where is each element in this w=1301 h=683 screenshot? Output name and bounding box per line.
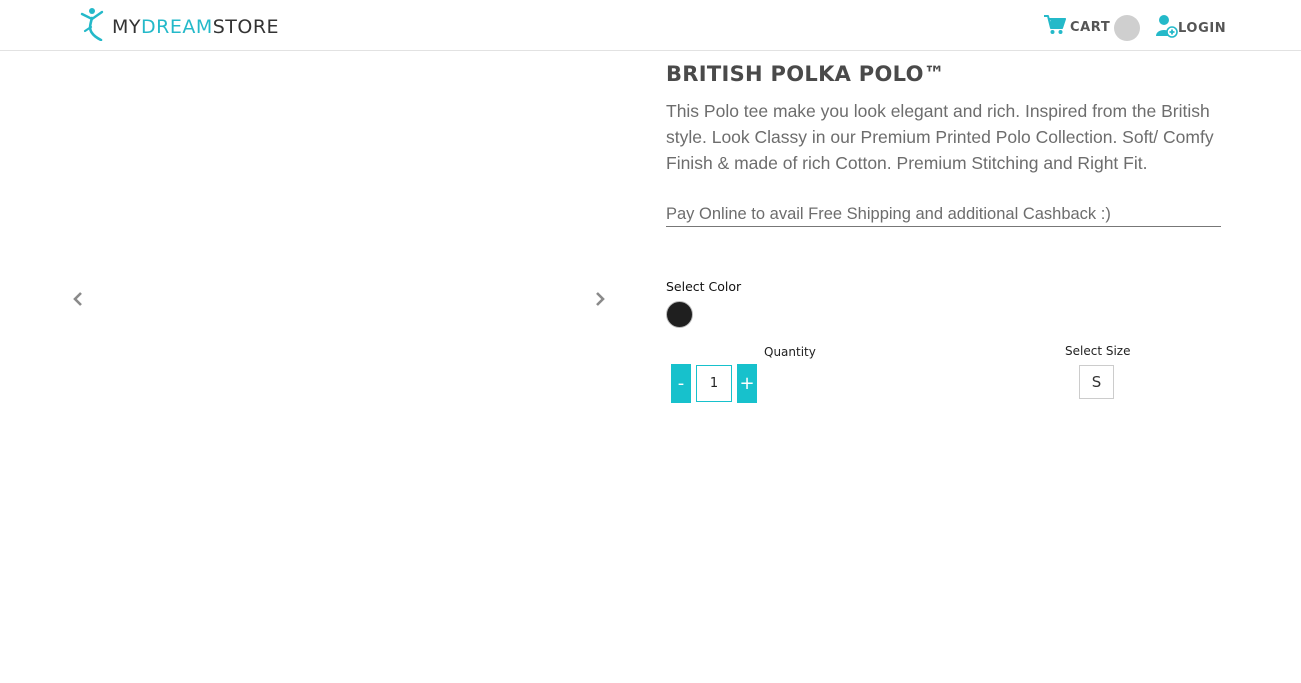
store-logo[interactable]: MYDREAMSTORE — [80, 7, 279, 46]
quantity-increase-button[interactable]: + — [737, 364, 757, 403]
cart-count-badge — [1114, 14, 1141, 41]
select-size-label: Select Size — [1065, 344, 1131, 358]
product-description: This Polo tee make you look elegant and … — [666, 101, 1214, 173]
logo-store: STORE — [212, 16, 280, 38]
chevron-right-icon — [594, 291, 606, 312]
gallery-prev-button[interactable] — [68, 290, 88, 312]
shopping-cart-icon — [1043, 14, 1066, 41]
gallery-next-button[interactable] — [590, 290, 610, 312]
login-link[interactable]: LOGIN — [1155, 14, 1226, 43]
site-header: MYDREAMSTORE CART LOGIN — [0, 0, 1301, 51]
color-swatch-black[interactable] — [666, 301, 693, 328]
quantity-input[interactable] — [696, 365, 732, 402]
cart-label: CART — [1070, 20, 1111, 35]
cart-link[interactable]: CART — [1043, 14, 1141, 41]
login-label: LOGIN — [1178, 21, 1227, 36]
dancer-logo-icon — [80, 7, 106, 46]
product-image-gallery — [60, 60, 620, 540]
size-option-s[interactable]: S — [1079, 365, 1114, 399]
quantity-decrease-button[interactable]: - — [671, 364, 691, 403]
select-color-label: Select Color — [666, 279, 742, 294]
chevron-left-icon — [72, 291, 84, 312]
shipping-note: Pay Online to avail Free Shipping and ad… — [666, 202, 1221, 227]
user-add-icon — [1155, 14, 1178, 43]
quantity-label: Quantity — [764, 345, 816, 359]
logo-my: MY — [112, 16, 141, 38]
logo-wordmark: MYDREAMSTORE — [112, 16, 279, 38]
logo-dream: DREAM — [141, 16, 213, 38]
product-title: BRITISH POLKA POLO™ — [666, 62, 946, 86]
